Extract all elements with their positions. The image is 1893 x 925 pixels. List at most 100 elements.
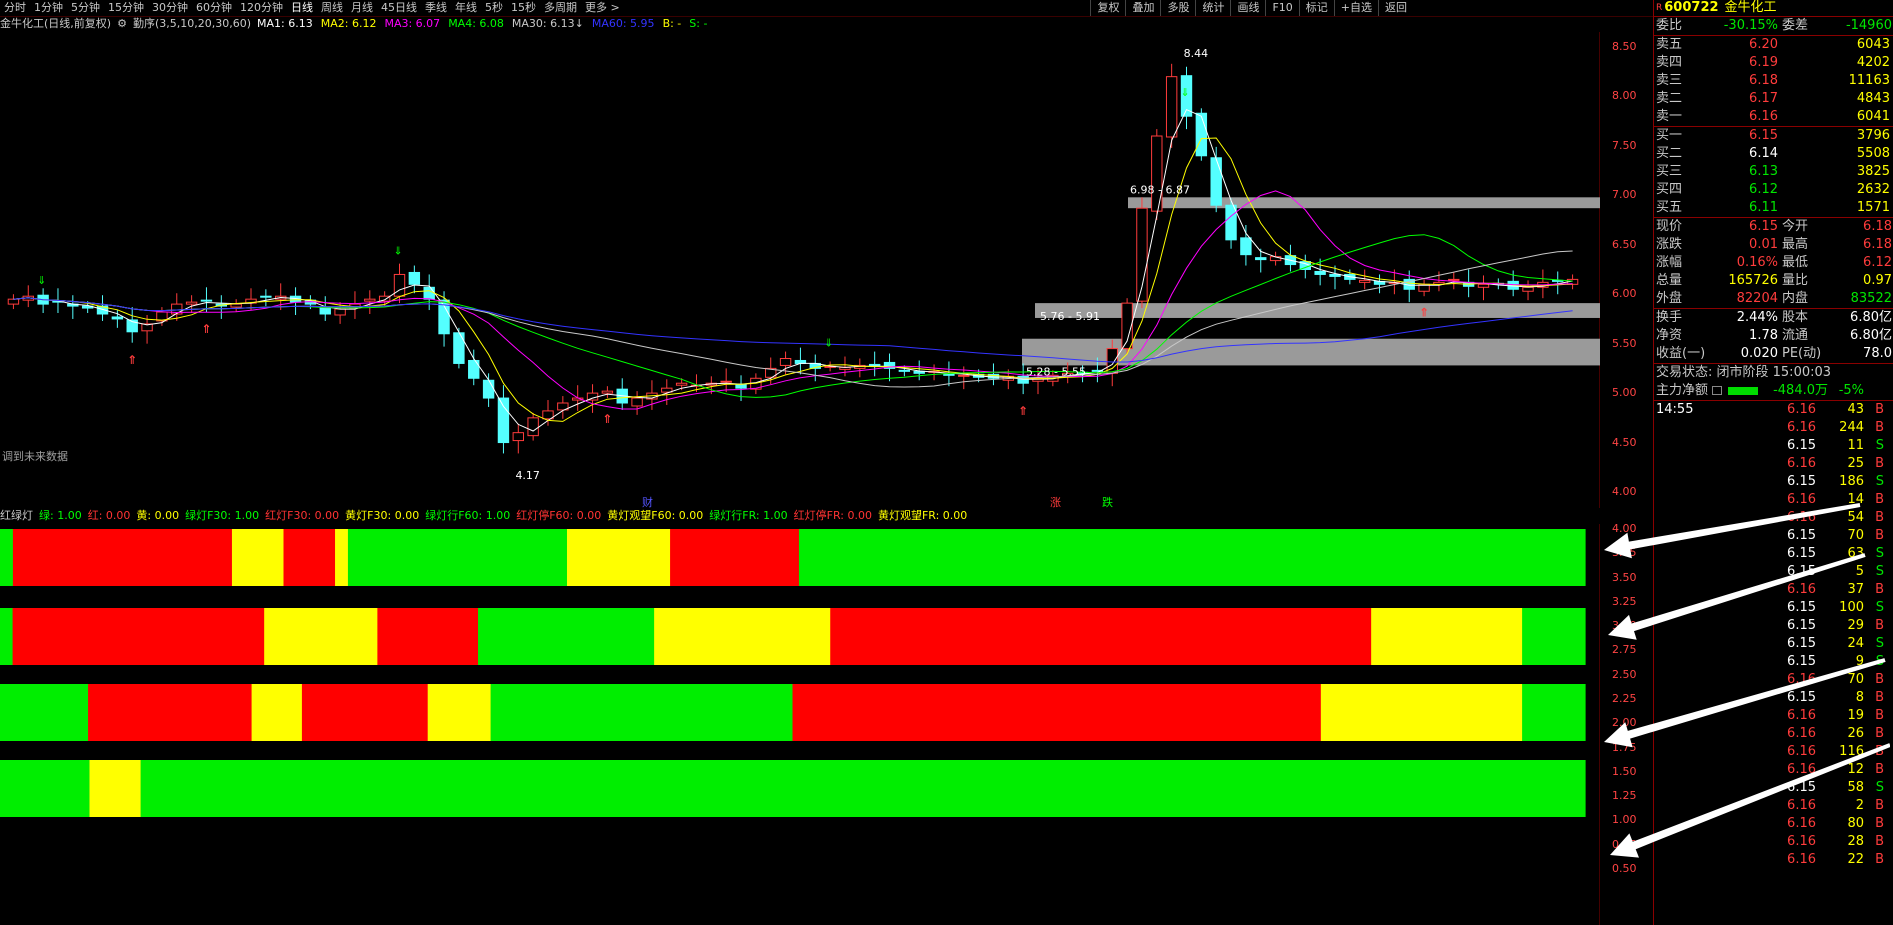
candle bbox=[631, 391, 643, 415]
period-tab[interactable]: 30分钟 bbox=[148, 0, 192, 16]
stat-value: 165726 bbox=[1728, 273, 1778, 288]
period-tab[interactable]: 多周期 bbox=[540, 0, 581, 16]
signal-cell bbox=[438, 529, 452, 586]
period-tab[interactable]: 月线 bbox=[347, 0, 377, 16]
period-tab[interactable]: 45日线 bbox=[377, 0, 421, 16]
signal-cell bbox=[1546, 760, 1561, 817]
stat-value: 6.18 bbox=[1863, 237, 1892, 252]
signal-cell bbox=[666, 684, 680, 741]
signal-cell bbox=[704, 608, 718, 665]
signal-cell bbox=[1291, 760, 1305, 817]
signal-cell bbox=[968, 608, 982, 665]
period-tab[interactable]: 1分钟 bbox=[30, 0, 67, 16]
tool-button[interactable]: 画线 bbox=[1230, 0, 1265, 16]
tick-volume: 22 bbox=[1847, 852, 1864, 867]
signal-cell bbox=[1227, 760, 1241, 817]
tool-button[interactable]: F10 bbox=[1265, 0, 1298, 16]
period-tab[interactable]: 周线 bbox=[317, 0, 347, 16]
tick-time bbox=[1654, 455, 1716, 473]
signal-cell bbox=[188, 684, 202, 741]
period-tab[interactable]: 年线 bbox=[451, 0, 481, 16]
signal-cell bbox=[1314, 529, 1328, 586]
signal-cell bbox=[1214, 760, 1228, 817]
tool-button[interactable]: 叠加 bbox=[1125, 0, 1160, 16]
signal-cell bbox=[1371, 608, 1385, 665]
candle bbox=[230, 299, 242, 313]
signal-cell bbox=[1367, 760, 1382, 817]
tick-volume: 24 bbox=[1847, 636, 1864, 651]
signal-cell bbox=[1354, 760, 1369, 817]
period-tab[interactable]: 更多 > bbox=[581, 0, 624, 16]
period-tab[interactable]: 60分钟 bbox=[192, 0, 236, 16]
signal-cell bbox=[451, 529, 465, 586]
tick-side: S bbox=[1875, 600, 1884, 615]
tick-row: 6.15 70 B bbox=[1654, 527, 1893, 545]
signal-cell bbox=[1345, 684, 1360, 741]
tick-list[interactable]: 14:55 6.16 43 B 6.16 244 B 6.15 11 S 6.16 25 B 6.15 18… bbox=[1654, 401, 1893, 869]
candle bbox=[1314, 258, 1326, 286]
signal-cell bbox=[415, 608, 429, 665]
signal-cell bbox=[1185, 529, 1200, 586]
weibi-value: -30.15% bbox=[1723, 18, 1778, 33]
tick-side: B bbox=[1875, 492, 1884, 507]
signal-cell bbox=[902, 529, 916, 586]
signal-cell bbox=[1482, 760, 1497, 817]
tool-button[interactable]: 复权 bbox=[1090, 0, 1125, 16]
buy-arrow-icon: ⇑ bbox=[1018, 404, 1028, 418]
tool-button[interactable]: 返回 bbox=[1378, 0, 1413, 16]
stat-label: 量比 bbox=[1782, 273, 1809, 288]
signal-cell bbox=[51, 760, 65, 817]
candle bbox=[482, 373, 495, 407]
gear-icon[interactable]: ⚙ bbox=[117, 17, 127, 31]
level-price: 6.16 bbox=[1749, 109, 1778, 124]
signal-cell bbox=[1303, 760, 1318, 817]
signal-cell bbox=[76, 760, 91, 817]
signal-cell bbox=[958, 760, 973, 817]
tick-volume: 19 bbox=[1847, 708, 1864, 723]
period-tab[interactable]: 15秒 bbox=[507, 0, 540, 16]
tool-button[interactable]: 多股 bbox=[1160, 0, 1195, 16]
signal-cell bbox=[201, 608, 215, 665]
stat-row: 现价 6.15 今开 6.18 bbox=[1654, 218, 1893, 236]
candle bbox=[542, 400, 554, 426]
tool-button[interactable]: 标记 bbox=[1298, 0, 1334, 16]
tick-price: 6.16 bbox=[1787, 798, 1816, 813]
candle bbox=[126, 307, 138, 343]
signal-cell bbox=[1495, 760, 1509, 817]
tool-button[interactable]: 统计 bbox=[1195, 0, 1230, 16]
candlestick-chart[interactable]: 8.44 4.17 6.98 - 6.87 5.76 - 5.91 5.28 - 5.5… bbox=[0, 32, 1600, 508]
sell-signal-icon: ⇓ bbox=[37, 274, 46, 287]
period-tab[interactable]: 5秒 bbox=[481, 0, 507, 16]
indicator-name[interactable]: 勤序(3,5,10,20,30,60) bbox=[133, 17, 251, 31]
signal-cell bbox=[1069, 608, 1083, 665]
period-tab[interactable]: 5分钟 bbox=[67, 0, 104, 16]
period-tab[interactable]: 季线 bbox=[421, 0, 451, 16]
period-tab[interactable]: 日线 bbox=[287, 0, 317, 16]
signal-cell bbox=[226, 684, 240, 741]
signal-cell bbox=[314, 608, 328, 665]
period-tab[interactable]: 分时 bbox=[0, 0, 30, 16]
signal-cell bbox=[219, 529, 233, 586]
signal-cell bbox=[779, 684, 794, 741]
tick-volume: 116 bbox=[1839, 744, 1864, 759]
period-tab[interactable]: 15分钟 bbox=[104, 0, 148, 16]
stat-label: 现价 bbox=[1656, 219, 1683, 234]
tick-row: 6.15 5 S bbox=[1654, 563, 1893, 581]
tool-button[interactable]: +自选 bbox=[1333, 0, 1378, 16]
tick-volume: 14 bbox=[1847, 492, 1864, 507]
signal-cell bbox=[327, 684, 341, 741]
signal-cell bbox=[276, 684, 290, 741]
stat-label: 净资 bbox=[1656, 328, 1683, 343]
tick-row: 6.16 14 B bbox=[1654, 491, 1893, 509]
signal-cell bbox=[1572, 608, 1586, 665]
signal-cell bbox=[654, 608, 668, 665]
signal-cell bbox=[1459, 608, 1473, 665]
grid-icon[interactable] bbox=[1712, 386, 1723, 395]
traffic-light-indicator[interactable] bbox=[0, 524, 1600, 925]
signal-cell bbox=[945, 760, 960, 817]
signal-cell bbox=[1522, 608, 1536, 665]
period-tab[interactable]: 120分钟 bbox=[236, 0, 287, 16]
tick-time bbox=[1654, 761, 1716, 779]
stat-value: 6.18 bbox=[1863, 219, 1892, 234]
price-stats: 现价 6.15 今开 6.18 涨跌 0.01 最高 6.18 涨幅 0.16% 最低 6.12 总量 1… bbox=[1654, 217, 1893, 308]
